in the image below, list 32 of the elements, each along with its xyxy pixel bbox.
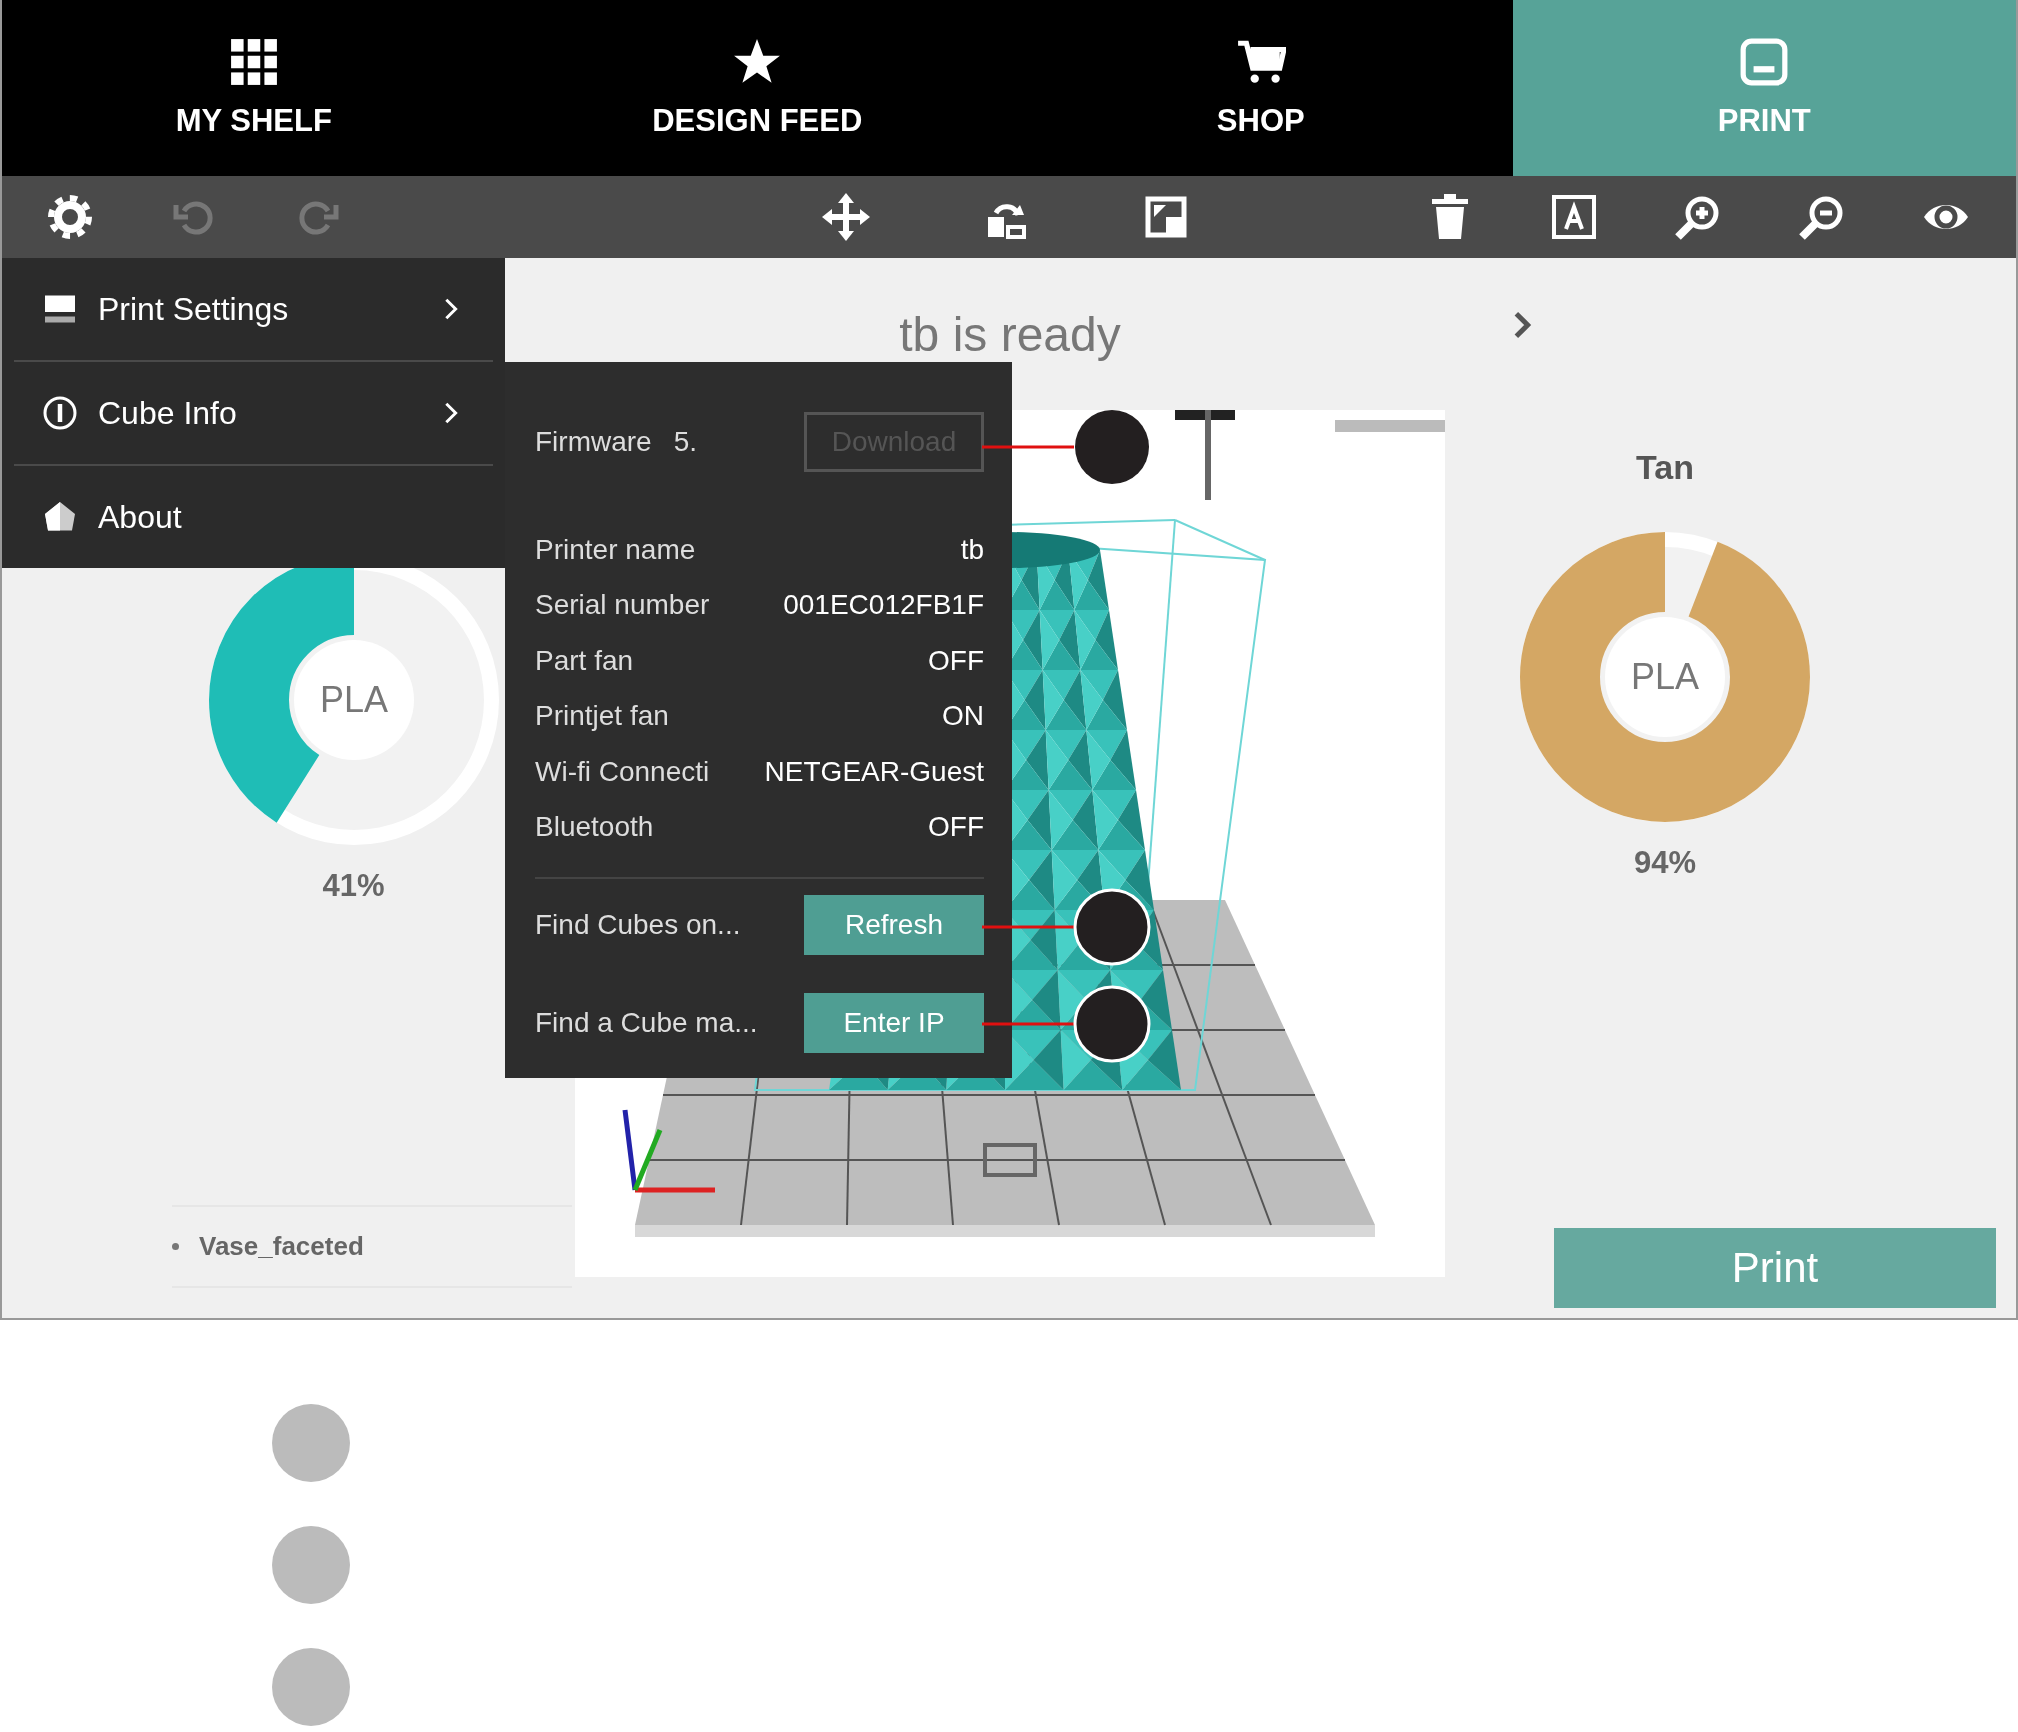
filament-percent: 94% [1633, 845, 1696, 881]
info-label: Find Cubes on... [535, 909, 741, 941]
material-label: PLA [1631, 656, 1699, 697]
filament-percent: 41% [322, 868, 385, 904]
info-label: Find a Cube ma... [535, 1007, 758, 1039]
info-value: OFF [928, 811, 984, 844]
info-label: Printjet fan [535, 700, 669, 733]
material-label: PLA [319, 679, 388, 720]
menu-item[interactable]: Cube Info [14, 362, 493, 466]
info-label: Serial number [535, 589, 710, 622]
model-list-item[interactable]: Vase_faceted [172, 1231, 572, 1262]
info-label: Firmware [535, 426, 652, 458]
move-icon [822, 193, 870, 241]
menu-item[interactable]: Print Settings [14, 258, 493, 362]
frame-icon [1550, 193, 1598, 241]
info-label: Printer name [535, 533, 696, 566]
info-label: Part fan [535, 644, 634, 677]
info-value: tb [960, 533, 984, 566]
filament-name: Tan [1636, 448, 1694, 487]
printer-icon [1739, 37, 1790, 87]
info-value: NETGEAR-Guest [764, 755, 984, 788]
info-label: Bluetooth [535, 811, 654, 844]
info-label: Wi-fi Connecti [535, 755, 710, 788]
info-value: 5. [673, 426, 699, 458]
status-title: tb is ready [899, 306, 1121, 363]
info-value: OFF [928, 644, 984, 677]
info-value: ON [942, 700, 984, 733]
grid-icon [228, 37, 279, 87]
settings-icon [46, 193, 94, 241]
info-value: 001EC012FB1F [783, 589, 984, 622]
menu-item[interactable]: About [14, 466, 493, 568]
info-icon [42, 395, 78, 431]
